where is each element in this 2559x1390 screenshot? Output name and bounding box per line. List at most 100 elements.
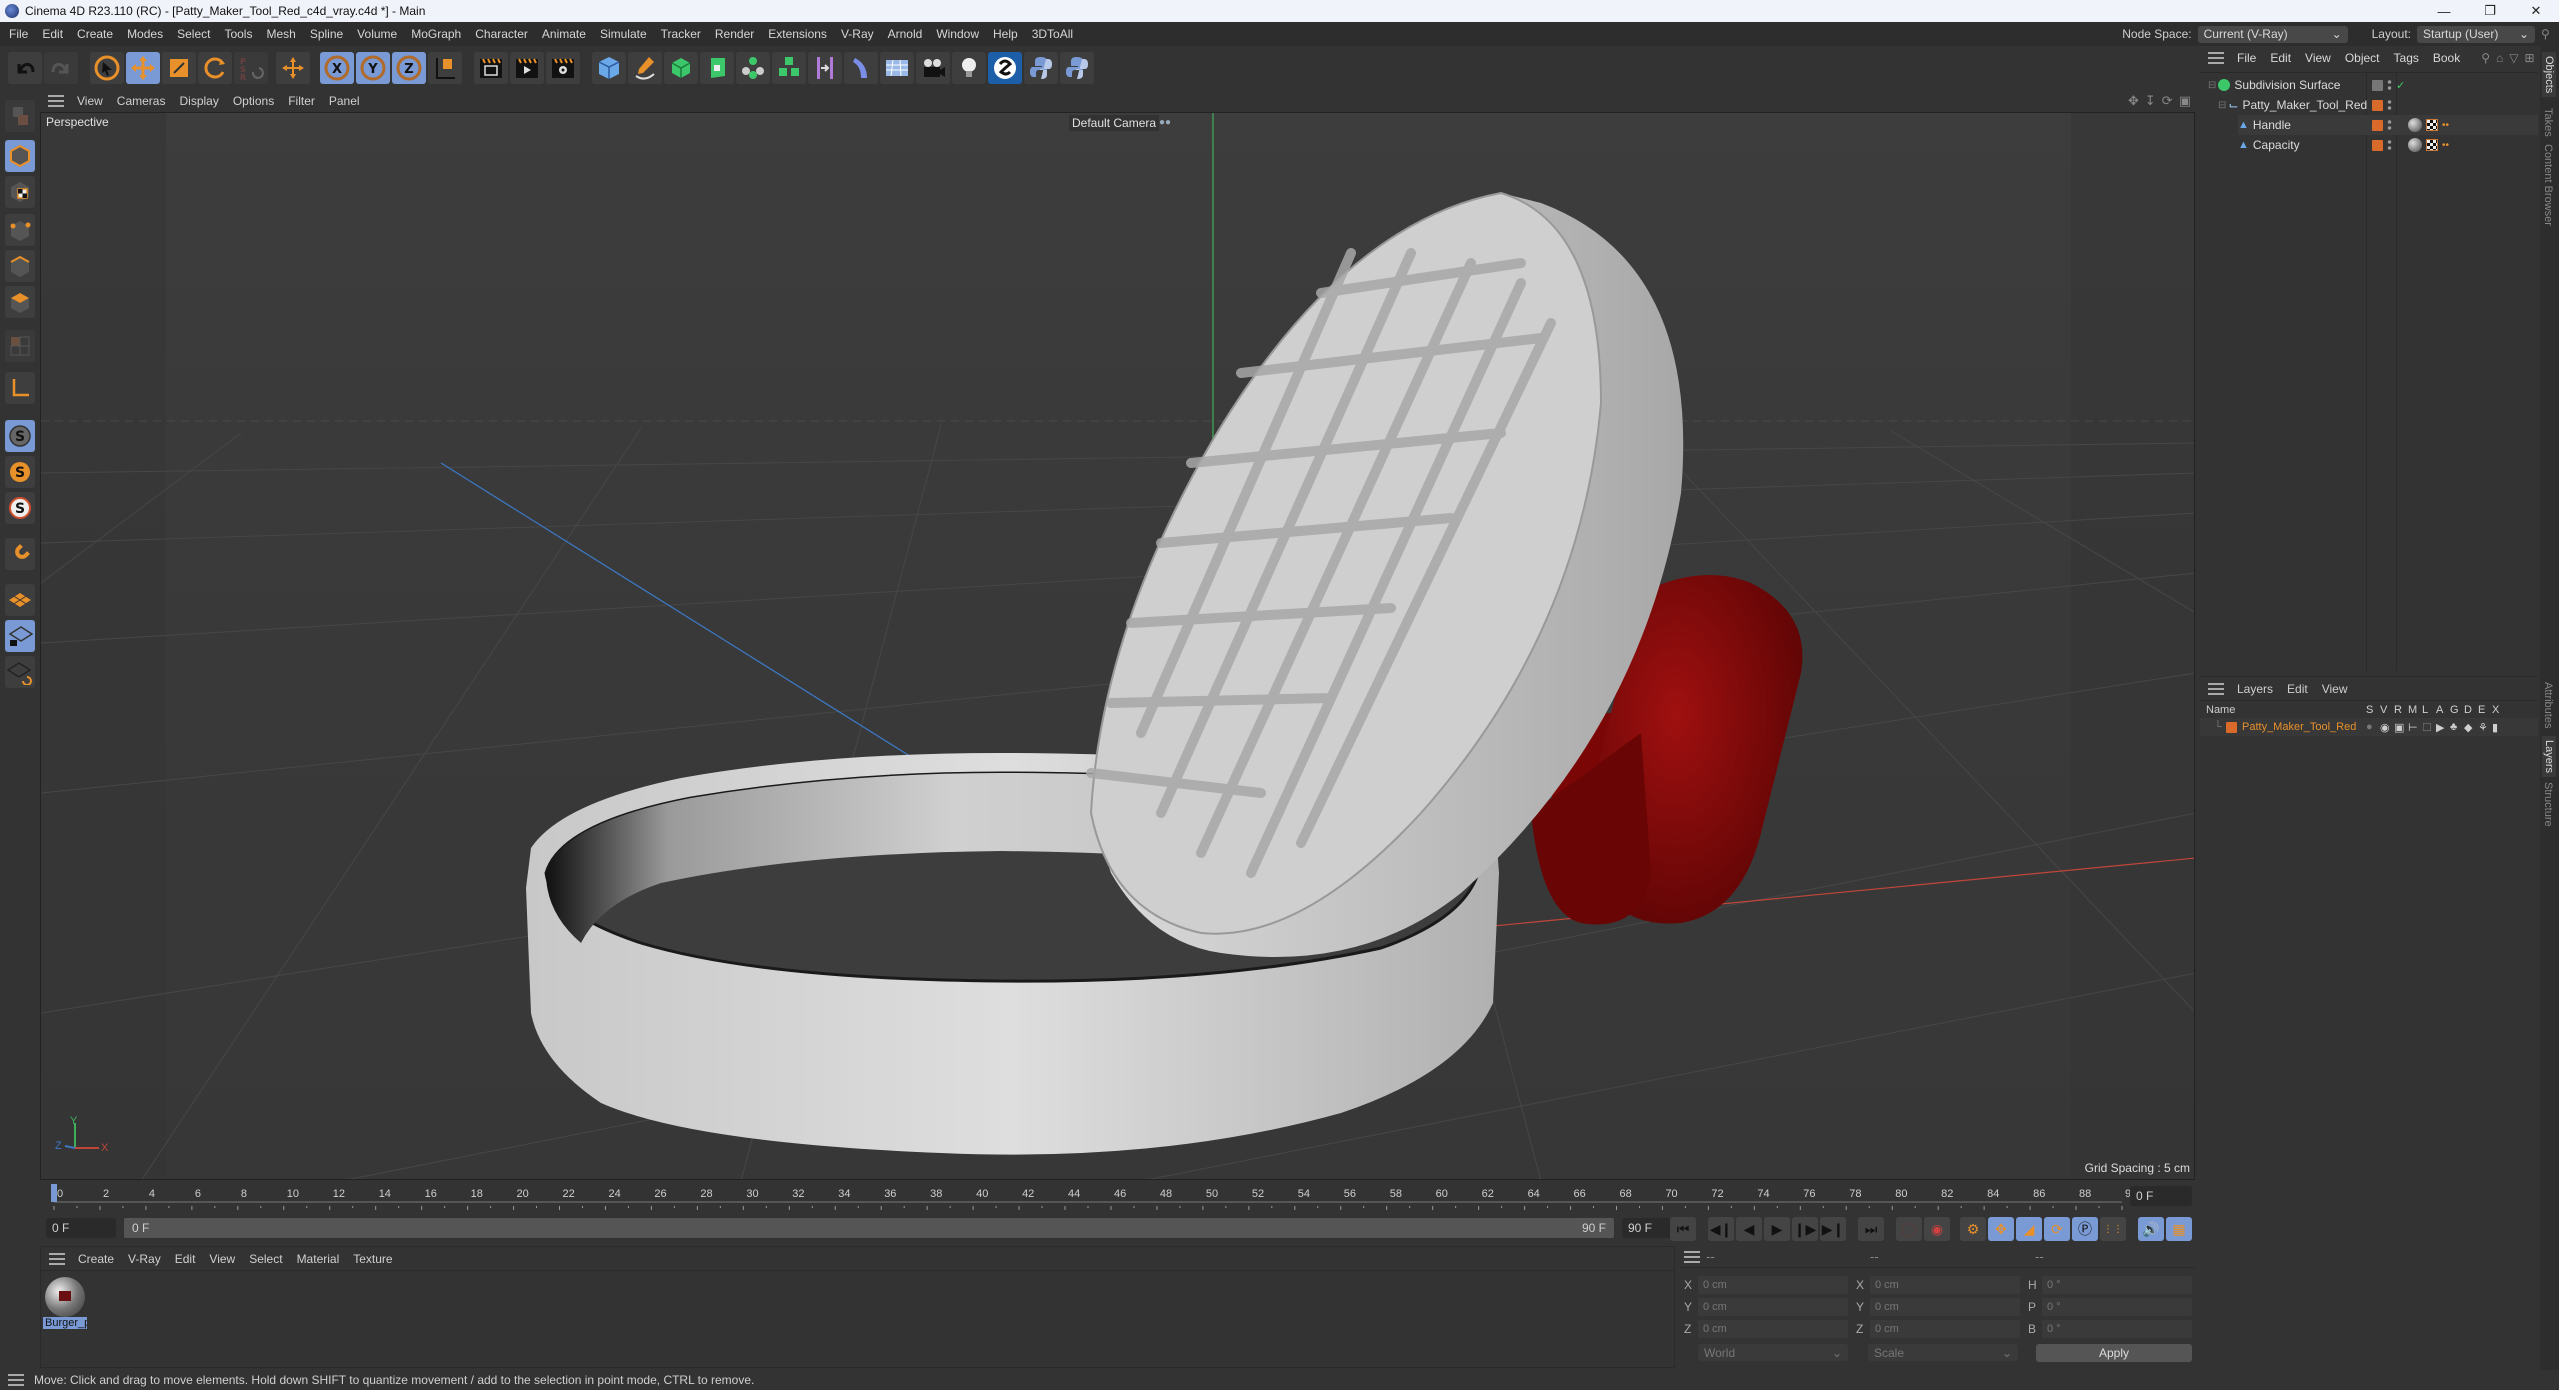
viewport-menu-options[interactable]: Options	[226, 94, 281, 108]
play-button[interactable]: ▶	[1764, 1217, 1790, 1241]
collapse-icon[interactable]: ⊟	[2218, 100, 2226, 111]
column-deformers[interactable]: D	[2464, 704, 2472, 716]
key-position-button[interactable]: ✥	[1988, 1217, 2014, 1241]
projection-label[interactable]: Perspective	[43, 114, 112, 130]
mograph-button[interactable]	[772, 52, 806, 84]
layer-swatch[interactable]	[2372, 119, 2383, 131]
material-menu-view[interactable]: View	[202, 1252, 242, 1266]
apply-button[interactable]: Apply	[2036, 1344, 2192, 1362]
snap-button[interactable]: S	[5, 420, 35, 452]
pos-x-field[interactable]: 0 cm	[1698, 1276, 1848, 1294]
toggle-layout-icon[interactable]: ▣	[2179, 93, 2191, 109]
model-mode-button[interactable]	[5, 140, 35, 172]
layer-menu-view[interactable]: View	[2315, 682, 2355, 696]
tab-content-browser[interactable]: Content Browser	[2542, 144, 2554, 226]
menu-vray[interactable]: V-Ray	[834, 27, 881, 41]
x-axis-lock-button[interactable]: X	[320, 52, 354, 84]
rotate-view-icon[interactable]: ⟳	[2162, 93, 2173, 109]
collapse-icon[interactable]: ⊟	[2208, 80, 2216, 91]
psr-button[interactable]: PSR	[234, 52, 268, 84]
menu-file[interactable]: File	[0, 27, 35, 41]
material-menu-material[interactable]: Material	[290, 1252, 347, 1266]
object-menu-book[interactable]: Book	[2426, 51, 2467, 65]
subdivision-surface-button[interactable]	[664, 52, 698, 84]
go-to-start-button[interactable]: ⏮	[1670, 1217, 1696, 1241]
generator-icon[interactable]: ♣	[2450, 721, 2457, 733]
workplane-snap-button[interactable]: S	[5, 492, 35, 524]
viewport-menu-panel[interactable]: Panel	[322, 94, 367, 108]
previous-key-button[interactable]: ◀❙	[1708, 1217, 1734, 1241]
pos-z-field[interactable]: 0 cm	[1698, 1320, 1848, 1338]
menu-help[interactable]: Help	[986, 27, 1025, 41]
tab-objects[interactable]: Objects	[2542, 52, 2556, 98]
viewport-menu-view[interactable]: View	[70, 94, 110, 108]
layer-name[interactable]: Patty_Maker_Tool_Red	[2242, 721, 2356, 733]
filter-icon[interactable]: ▽	[2509, 51, 2518, 65]
texture-mode-button[interactable]	[5, 176, 35, 208]
menu-create[interactable]: Create	[70, 27, 120, 41]
layer-menu-edit[interactable]: Edit	[2280, 682, 2315, 696]
camera-button[interactable]	[916, 52, 950, 84]
object-menu-object[interactable]: Object	[2338, 51, 2387, 65]
layer-swatch[interactable]	[2372, 99, 2383, 111]
layout-dropdown[interactable]: Startup (User) ⌄	[2417, 25, 2535, 43]
object-menu-edit[interactable]: Edit	[2263, 51, 2298, 65]
live-selection-button[interactable]	[90, 52, 124, 84]
column-solo[interactable]: S	[2366, 704, 2373, 716]
cloner-button[interactable]	[736, 52, 770, 84]
menu-spline[interactable]: Spline	[303, 27, 350, 41]
animation-play-icon[interactable]: ▶	[2436, 721, 2444, 734]
tab-attributes[interactable]: Attributes	[2542, 682, 2554, 728]
snap-settings-button[interactable]: S	[5, 456, 35, 488]
world-axis-button[interactable]	[276, 52, 310, 84]
object-menu-file[interactable]: File	[2230, 51, 2263, 65]
coordinate-system-button[interactable]	[428, 52, 462, 84]
deformer-icon[interactable]: ◆	[2464, 721, 2472, 734]
menu-mograph[interactable]: MoGraph	[404, 27, 468, 41]
pan-view-icon[interactable]: ✥	[2128, 93, 2139, 109]
texture-tag-icon[interactable]: ••	[2442, 120, 2449, 131]
menu-arnold[interactable]: Arnold	[881, 27, 930, 41]
new-window-icon[interactable]: ⊞	[2525, 51, 2535, 65]
viewport-menu-display[interactable]: Display	[172, 94, 225, 108]
python-script-button[interactable]	[1060, 52, 1094, 84]
previous-frame-button[interactable]: ◀	[1736, 1217, 1762, 1241]
preview-range-slider[interactable]: 0 F 90 F	[124, 1218, 1614, 1238]
material-menu-create[interactable]: Create	[71, 1252, 121, 1266]
scale-tool-button[interactable]	[162, 52, 196, 84]
column-xref[interactable]: X	[2492, 704, 2499, 716]
rot-b-field[interactable]: 0 °	[2042, 1320, 2192, 1338]
uvw-tag-icon[interactable]	[2426, 119, 2438, 131]
timeline-ruler[interactable]: 0 2 4 6 8 10 12 14 16 18 20 22 24 26 28 30 32 34 36 38 40 42 4…	[40, 1182, 2195, 1212]
magnet-button[interactable]	[5, 538, 35, 570]
extrude-button[interactable]	[700, 52, 734, 84]
object-row-subdivision-surface[interactable]: ⊟ Subdivision Surface ✓	[2208, 75, 2533, 95]
render-clapper-icon[interactable]: ▣	[2394, 721, 2404, 734]
layer-color-swatch[interactable]	[2226, 721, 2237, 733]
menu-tracker[interactable]: Tracker	[654, 27, 708, 41]
tab-takes[interactable]: Takes	[2542, 108, 2554, 137]
polygons-mode-button[interactable]	[5, 286, 35, 318]
material-menu-texture[interactable]: Texture	[346, 1252, 399, 1266]
search-icon[interactable]: ⚲	[2481, 51, 2490, 65]
object-row-capacity[interactable]: ▲ Capacity ••	[2238, 135, 2538, 155]
close-button[interactable]: ✕	[2513, 0, 2559, 22]
menu-volume[interactable]: Volume	[350, 27, 404, 41]
current-frame-field[interactable]: 0 F	[2130, 1186, 2192, 1206]
column-render[interactable]: R	[2394, 704, 2402, 716]
next-frame-button[interactable]: ❙▶	[1792, 1217, 1818, 1241]
size-y-field[interactable]: 0 cm	[1870, 1298, 2020, 1316]
edges-mode-button[interactable]	[5, 250, 35, 282]
solo-toggle-icon[interactable]: ●	[2366, 721, 2373, 733]
vray-button[interactable]	[988, 52, 1022, 84]
tab-layers[interactable]: Layers	[2542, 736, 2556, 778]
coord-mode-dropdown[interactable]: World ⌄	[1698, 1344, 1848, 1361]
light-button[interactable]	[952, 52, 986, 84]
minimize-button[interactable]: —	[2421, 0, 2467, 22]
manager-tree-icon[interactable]: ⊢	[2408, 721, 2418, 734]
viewport-menu-cameras[interactable]: Cameras	[110, 94, 173, 108]
status-menu-icon[interactable]	[8, 1374, 24, 1386]
menu-tools[interactable]: Tools	[217, 27, 259, 41]
deformer-button[interactable]	[844, 52, 878, 84]
menu-3dtoall[interactable]: 3DToAll	[1025, 27, 1080, 41]
